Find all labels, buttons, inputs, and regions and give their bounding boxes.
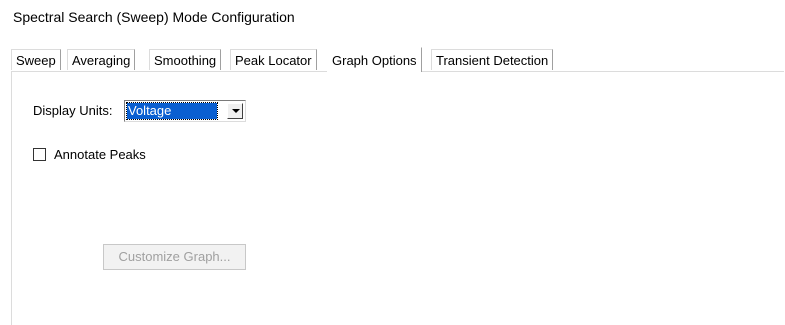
display-units-value[interactable]: Voltage	[126, 102, 218, 120]
tab-sweep[interactable]: Sweep	[11, 49, 61, 70]
tab-transient-detection[interactable]: Transient Detection	[431, 49, 554, 70]
display-units-label: Display Units:	[33, 103, 113, 118]
tab-averaging[interactable]: Averaging	[67, 49, 136, 70]
window-title: Spectral Search (Sweep) Mode Configurati…	[13, 9, 295, 25]
tab-strip: Sweep Averaging Smoothing Peak Locator G…	[11, 47, 771, 72]
annotate-peaks-label[interactable]: Annotate Peaks	[54, 147, 146, 162]
tab-peak-locator[interactable]: Peak Locator	[230, 49, 317, 70]
chevron-down-icon	[232, 109, 240, 113]
tab-smoothing[interactable]: Smoothing	[149, 49, 222, 70]
customize-graph-button[interactable]: Customize Graph...	[103, 244, 246, 270]
config-dialog: Spectral Search (Sweep) Mode Configurati…	[0, 0, 785, 325]
annotate-peaks-checkbox[interactable]	[33, 148, 46, 161]
tab-graph-options[interactable]: Graph Options	[327, 47, 422, 72]
dropdown-button[interactable]	[227, 103, 243, 119]
display-units-select[interactable]: Voltage	[124, 100, 246, 122]
